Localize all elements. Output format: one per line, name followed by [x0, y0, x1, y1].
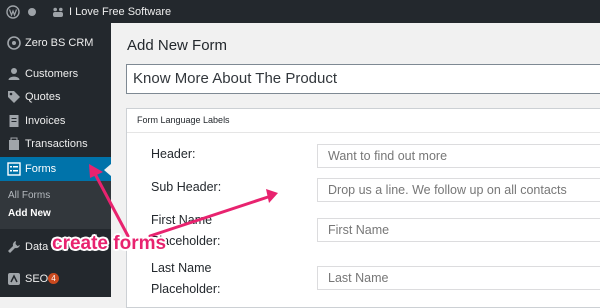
person-icon	[7, 67, 21, 81]
form-language-labels-box: Form Language Labels Header: Want to fin…	[126, 108, 600, 308]
sidebar-item-label: SEO	[25, 273, 49, 285]
wrench-icon	[7, 240, 21, 254]
admin-sidebar: Zero BS CRM Customers Quotes Invoices Tr…	[0, 23, 111, 297]
header-label: Header:	[151, 147, 196, 161]
sidebar-item-label: Forms	[25, 163, 57, 175]
form-name-input[interactable]: Know More About The Product	[126, 64, 600, 94]
active-pointer	[104, 164, 111, 176]
sidebar-item-label: Invoices	[25, 115, 66, 127]
sidebar-item-seo[interactable]: SEO 4	[0, 267, 111, 291]
sidebar-item-label: Customers	[25, 68, 79, 80]
box-title: Form Language Labels	[137, 115, 230, 125]
cart-icon	[7, 137, 21, 151]
wordpress-icon[interactable]	[6, 0, 20, 23]
last-name-placeholder-label: Last Name Placeholder:	[151, 258, 221, 300]
home-icon[interactable]	[52, 0, 64, 23]
circle-icon[interactable]	[27, 0, 37, 23]
sub-header-label: Sub Header:	[151, 180, 222, 194]
sidebar-item-forms[interactable]: Forms	[0, 157, 111, 181]
crm-icon	[7, 36, 21, 50]
annotation-callout: create forms	[52, 233, 167, 254]
seo-badge: 4	[48, 273, 59, 284]
box-divider	[127, 132, 600, 133]
label-line: Last Name	[151, 261, 212, 275]
forms-submenu: All Forms Add New	[0, 181, 111, 229]
sidebar-item-label: Quotes	[25, 91, 61, 103]
seo-icon	[7, 272, 21, 286]
admin-bar: I Love Free Software	[0, 0, 600, 23]
invoice-icon	[7, 114, 21, 128]
first-name-input[interactable]: First Name	[317, 218, 600, 242]
sidebar-item-transactions[interactable]: Transactions	[0, 132, 111, 156]
sidebar-item-label: Zero BS CRM	[25, 37, 94, 49]
main-content: Add New Form Know More About The Product…	[111, 23, 600, 308]
submenu-item-all-forms[interactable]: All Forms	[8, 190, 50, 201]
sidebar-item-zero-bs-crm[interactable]: Zero BS CRM	[0, 31, 111, 55]
page-title: Add New Form	[127, 37, 228, 54]
label-line: First Name	[151, 213, 213, 227]
sub-header-input[interactable]: Drop us a line. We follow up on all cont…	[317, 178, 600, 202]
tag-icon	[7, 90, 21, 104]
header-input[interactable]: Want to find out more	[317, 144, 600, 168]
submenu-item-add-new[interactable]: Add New	[8, 208, 51, 219]
last-name-input[interactable]: Last Name	[317, 266, 600, 290]
sidebar-item-invoices[interactable]: Invoices	[0, 109, 111, 133]
sidebar-item-label: Transactions	[25, 138, 88, 150]
sidebar-item-customers[interactable]: Customers	[0, 62, 111, 86]
sidebar-item-label: Data	[25, 241, 49, 253]
forms-icon	[7, 162, 21, 176]
sidebar-item-quotes[interactable]: Quotes	[0, 85, 111, 109]
site-name-link[interactable]: I Love Free Software	[69, 0, 171, 23]
